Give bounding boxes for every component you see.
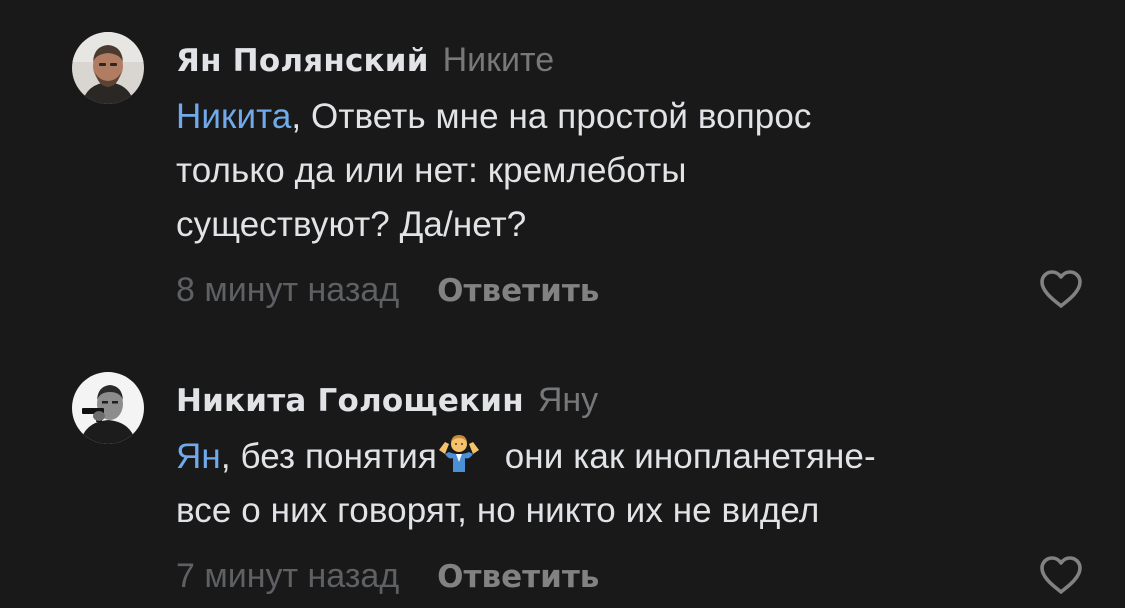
comment-text-line: , Ответь мне на простой вопрос xyxy=(291,97,812,136)
reply-to-name[interactable]: Никите xyxy=(443,41,555,79)
avatar-man-beard-icon xyxy=(72,32,144,104)
avatar[interactable] xyxy=(72,32,144,104)
mention-link[interactable]: Никита xyxy=(176,97,291,136)
comment-author[interactable]: Ян Полянский xyxy=(176,43,429,79)
comment-timestamp: 7 минут назад xyxy=(176,557,400,595)
reply-button[interactable]: Ответить xyxy=(437,559,599,595)
comment-text-line: только да или нет: кремлеботы xyxy=(176,151,687,190)
comment-text-line: они как инопланетяне- xyxy=(494,437,876,476)
man-shrugging-emoji-icon xyxy=(437,432,481,474)
heart-outline-icon xyxy=(1040,270,1082,308)
like-button[interactable] xyxy=(1038,554,1084,596)
reply-button[interactable]: Ответить xyxy=(437,273,599,309)
comment-text: Никита, Ответь мне на простой вопрос тол… xyxy=(176,90,1076,252)
comment-text-line: существуют? Да/нет? xyxy=(176,205,527,244)
like-button[interactable] xyxy=(1038,268,1084,310)
comment-author[interactable]: Никита Голощекин xyxy=(176,383,524,419)
reply-to-name[interactable]: Яну xyxy=(538,381,598,419)
avatar-man-with-gun-icon xyxy=(72,372,144,444)
comment-text-line: все о них говорят, но никто их не видел xyxy=(176,491,820,530)
comment-text: Ян, без понятия они как инопланетяне- вс… xyxy=(176,430,1076,538)
avatar[interactable] xyxy=(72,372,144,444)
heart-outline-icon xyxy=(1040,556,1082,594)
comment-text-line: , без понятия xyxy=(220,437,437,476)
mention-link[interactable]: Ян xyxy=(176,437,221,476)
comment-timestamp: 8 минут назад xyxy=(176,271,400,309)
